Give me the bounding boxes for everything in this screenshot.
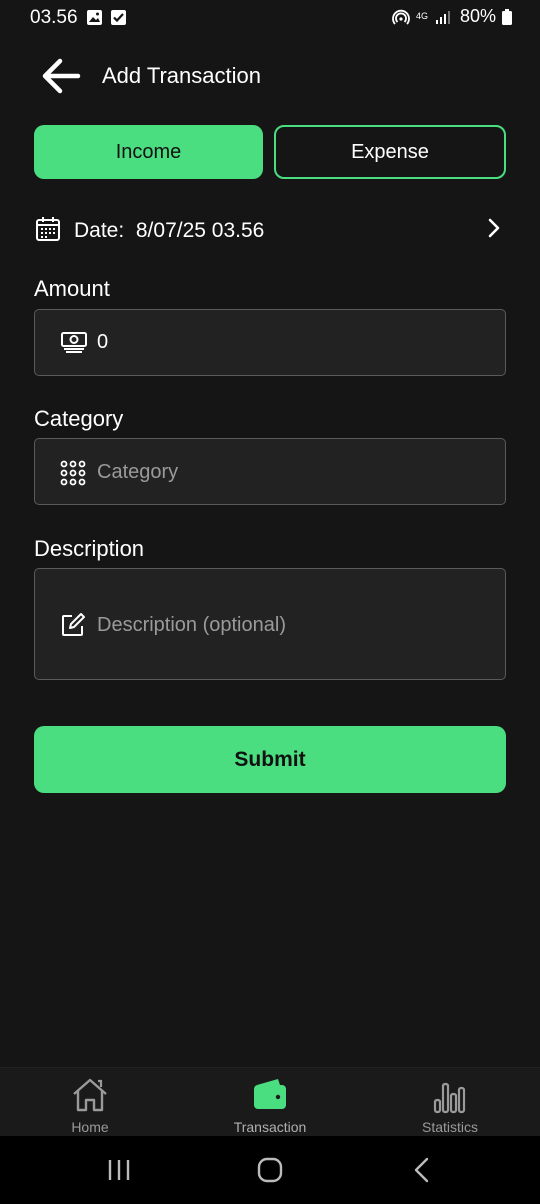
bottom-navigation: Home Transaction Statistics — [0, 1067, 540, 1137]
nav-transaction[interactable]: Transaction — [180, 1068, 360, 1137]
home-icon — [73, 1078, 107, 1112]
chevron-right-icon — [488, 218, 500, 238]
nav-home-label: Home — [71, 1119, 109, 1135]
submit-button[interactable]: Submit — [34, 726, 506, 793]
category-label: Category — [34, 406, 124, 431]
status-time: 03.56 — [30, 7, 78, 28]
money-icon — [61, 332, 87, 353]
back-button[interactable] — [38, 54, 86, 98]
nav-transaction-label: Transaction — [233, 1119, 307, 1135]
date-display: Date: 8/07/25 03.56 — [74, 219, 264, 243]
description-field[interactable] — [34, 568, 506, 680]
nav-home[interactable]: Home — [0, 1068, 180, 1137]
hotspot-icon — [392, 9, 410, 25]
arrow-left-icon — [42, 58, 81, 94]
expense-toggle-button[interactable]: Expense — [274, 125, 506, 179]
system-navigation-bar — [0, 1136, 540, 1204]
bar-chart-icon — [433, 1082, 466, 1114]
date-value: 8/07/25 03.56 — [135, 219, 265, 242]
category-input[interactable] — [97, 461, 477, 484]
amount-field[interactable] — [34, 309, 506, 376]
nav-statistics-label: Statistics — [421, 1119, 478, 1135]
description-label: Description — [34, 536, 145, 561]
check-notification-icon — [111, 10, 126, 25]
date-label: Date: — [74, 219, 125, 242]
gallery-notification-icon — [87, 10, 102, 25]
category-field[interactable] — [34, 438, 506, 505]
page-title: Add Transaction — [102, 63, 261, 88]
description-input[interactable] — [97, 614, 477, 637]
amount-input[interactable] — [97, 331, 477, 354]
calendar-icon — [36, 217, 60, 241]
app-bar: Add Transaction — [0, 50, 540, 102]
network-type: 4G — [415, 11, 428, 21]
back-system-icon[interactable] — [410, 1156, 434, 1184]
battery-percent: 80% — [459, 6, 496, 26]
nav-statistics[interactable]: Statistics — [360, 1068, 540, 1137]
signal-icon — [435, 10, 450, 24]
amount-label: Amount — [34, 276, 110, 301]
home-system-icon[interactable] — [256, 1156, 284, 1184]
battery-icon — [502, 8, 512, 25]
status-bar: 03.56 4G 80% — [0, 0, 540, 36]
edit-icon — [62, 613, 85, 636]
recent-apps-icon[interactable] — [106, 1156, 132, 1184]
date-picker-row[interactable]: Date: 8/07/25 03.56 — [34, 207, 506, 253]
income-toggle-button[interactable]: Income — [34, 125, 263, 179]
wallet-icon — [254, 1079, 286, 1109]
grid-icon — [60, 460, 86, 486]
